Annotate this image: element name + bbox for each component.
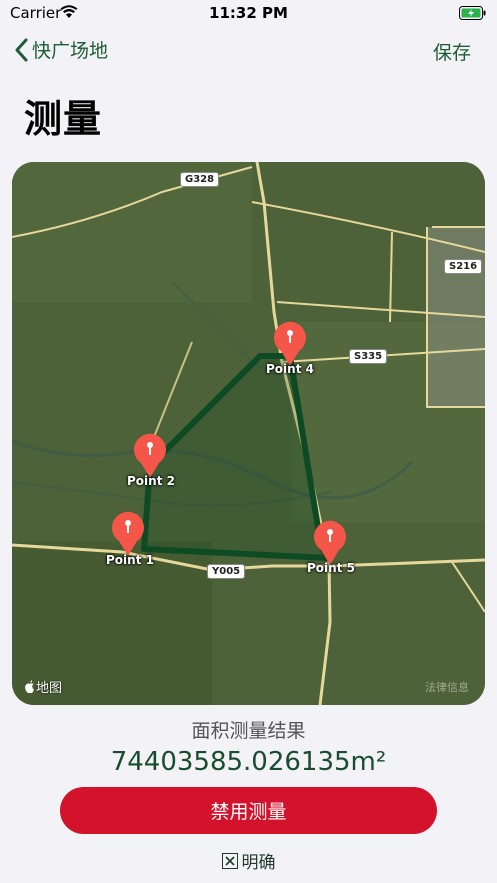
clarify-button[interactable]: 明确 xyxy=(0,848,497,873)
apple-icon xyxy=(25,679,34,693)
result-value: 74403585.026135m² xyxy=(110,747,387,777)
save-button[interactable]: 保存 xyxy=(433,38,471,65)
road-badge-y005: Y005 xyxy=(207,564,246,579)
pin-label: Point 1 xyxy=(106,553,154,567)
page-title: 测量 xyxy=(24,97,103,141)
map-pin-icon[interactable] xyxy=(270,318,310,368)
chevron-left-icon xyxy=(15,38,28,61)
legal-link[interactable]: 法律信息 xyxy=(425,679,469,695)
road-badge-s335: S335 xyxy=(349,349,388,364)
clarify-label: 明确 xyxy=(241,853,276,873)
satellite-map xyxy=(12,162,485,705)
maps-logo: 地图 xyxy=(24,677,62,696)
pin-label: Point 5 xyxy=(307,561,355,575)
road-badge-s216: S216 xyxy=(444,259,483,274)
disable-measurement-button[interactable]: 禁用测量 xyxy=(60,787,437,834)
clock: 11:32 PM xyxy=(209,4,288,22)
map-pin-icon[interactable] xyxy=(108,508,148,558)
map-pin-icon[interactable] xyxy=(310,517,350,567)
back-label: 快广场地 xyxy=(32,40,109,62)
map-pin-icon[interactable] xyxy=(130,430,170,480)
status-bar: Carrier 11:32 PM xyxy=(0,0,497,26)
maps-label: 地图 xyxy=(36,681,63,696)
close-box-icon xyxy=(221,852,238,869)
result-label: 面积测量结果 xyxy=(191,720,306,742)
pin-label: Point 2 xyxy=(127,474,175,488)
battery-icon xyxy=(459,5,487,24)
pin-label: Point 4 xyxy=(266,362,314,376)
map-view[interactable]: G328 S216 S335 Y005 Point 4 Point 2 Poin… xyxy=(12,162,485,705)
back-button[interactable]: 快广场地 xyxy=(14,36,108,63)
road-badge-g328: G328 xyxy=(180,172,220,187)
